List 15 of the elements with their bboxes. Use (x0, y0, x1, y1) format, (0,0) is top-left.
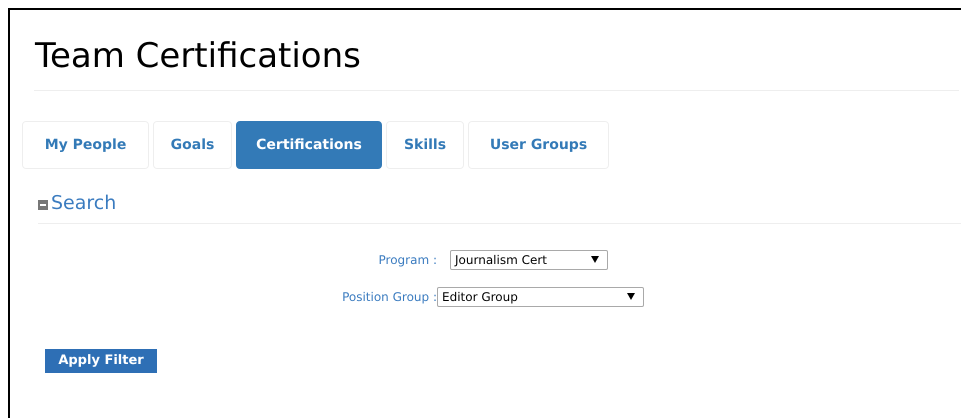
apply-filter-button[interactable]: Apply Filter (45, 348, 157, 372)
tab[interactable]: Goals (153, 121, 232, 169)
caret-icon (591, 256, 599, 263)
tab[interactable]: My People (22, 121, 149, 169)
tab[interactable]: Skills (386, 121, 464, 169)
dropdown[interactable]: Journalism Cert (450, 250, 608, 270)
tab[interactable]: User Groups (468, 121, 609, 169)
page-title: Team Certifications (35, 36, 362, 76)
collapse-icon[interactable] (38, 200, 48, 210)
field-label: Program : (378, 252, 437, 268)
caret-icon (627, 293, 635, 300)
field-label: Position Group : (341, 288, 437, 306)
dropdown[interactable]: Editor Group (437, 286, 644, 306)
section-title: Search (51, 191, 116, 216)
tab[interactable]: Certifications (236, 121, 382, 169)
